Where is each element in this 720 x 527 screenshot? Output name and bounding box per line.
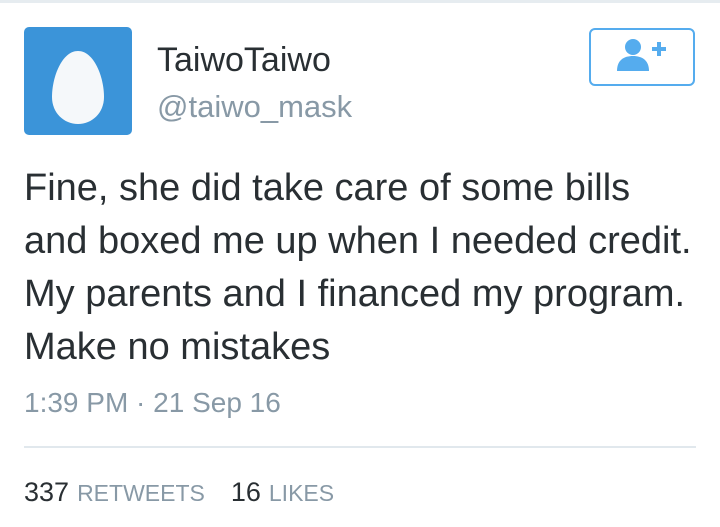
stats-divider [24,446,696,448]
follow-user-plus-icon [617,39,666,71]
retweets-count: 337 [24,477,70,507]
retweets-stat[interactable]: 337 RETWEETS [24,477,205,508]
tweet-stats: 337 RETWEETS 16 LIKES [24,477,334,508]
tweet-timestamp[interactable]: 1:39 PM · 21 Sep 16 [24,386,281,420]
tweet-text: Fine, she did take care of some bills an… [24,167,692,368]
avatar[interactable] [24,27,132,135]
likes-count: 16 [230,477,261,507]
follow-button[interactable] [589,28,695,86]
retweets-label: RETWEETS [77,480,205,506]
author-display-name[interactable]: TaiwoTaiwo [157,40,331,80]
author-handle[interactable]: @taiwo_mask [157,88,352,126]
top-divider [0,0,720,3]
default-egg-icon [52,51,104,124]
likes-stat[interactable]: 16 LIKES [231,477,334,508]
likes-label: LIKES [268,480,335,506]
